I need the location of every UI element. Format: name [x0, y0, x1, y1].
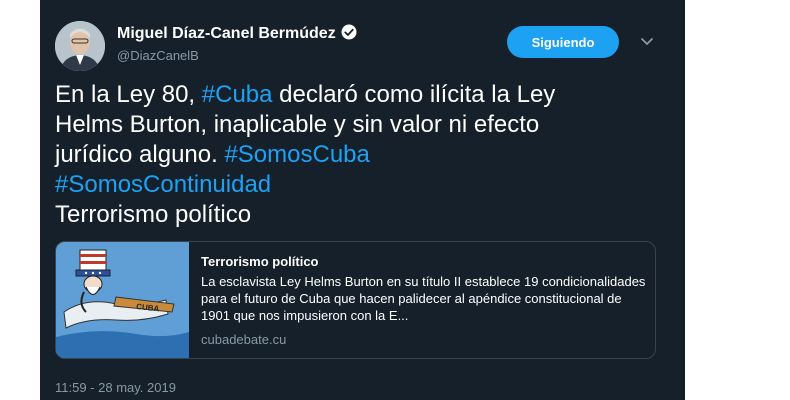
following-button[interactable]: Siguiendo	[507, 26, 619, 58]
verified-badge-icon	[341, 24, 357, 40]
tweet-text-line: Helms Burton, inaplicable y sin valor ni…	[55, 110, 670, 140]
card-description: La esclavista Ley Helms Burton en su tít…	[201, 274, 646, 323]
avatar[interactable]	[55, 21, 105, 71]
tweet-text-line: Terrorismo político	[55, 200, 670, 230]
tweet-text-segment: declaró como ilícita la Ley	[272, 81, 556, 108]
tweet-text-line: jurídico alguno. #SomosCuba	[55, 140, 670, 170]
hashtag-link[interactable]: #SomosCuba	[224, 141, 369, 168]
chevron-down-icon[interactable]	[639, 35, 655, 49]
tweet-text: En la Ley 80, #Cuba declaró como ilícita…	[55, 80, 670, 230]
tweet-text-line: #SomosContinuidad	[55, 170, 670, 200]
avatar-photo	[55, 21, 105, 71]
card-thumbnail: CUBA	[56, 242, 189, 358]
tweet-panel: Miguel Díaz-Canel Bermúdez @DiazCanelB S…	[40, 0, 685, 400]
tweet-text-segment: jurídico alguno.	[55, 141, 225, 168]
author-handle[interactable]: @DiazCanelB	[117, 48, 199, 63]
hashtag-link[interactable]: #Cuba	[202, 81, 273, 108]
card-title: Terrorismo político	[201, 254, 319, 269]
link-card[interactable]: CUBA Terrorismo político La esclavista L…	[55, 241, 656, 359]
author-name[interactable]: Miguel Díaz-Canel Bermúdez	[117, 23, 358, 43]
tweet-text-segment: Helms Burton, inaplicable y sin valor ni…	[55, 111, 540, 138]
hashtag-link[interactable]: #SomosContinuidad	[55, 171, 271, 198]
card-body: Terrorismo político La esclavista Ley He…	[201, 254, 646, 347]
tweet-text-line: En la Ley 80, #Cuba declaró como ilícita…	[55, 80, 670, 110]
tweet-text-segment: En la Ley 80,	[55, 81, 202, 108]
card-domain: cubadebate.cu	[201, 332, 287, 347]
author-name-text: Miguel Díaz-Canel Bermúdez	[117, 25, 336, 42]
timestamp[interactable]: 11:59 - 28 may. 2019	[55, 380, 176, 395]
tweet-text-segment: Terrorismo político	[55, 201, 252, 228]
